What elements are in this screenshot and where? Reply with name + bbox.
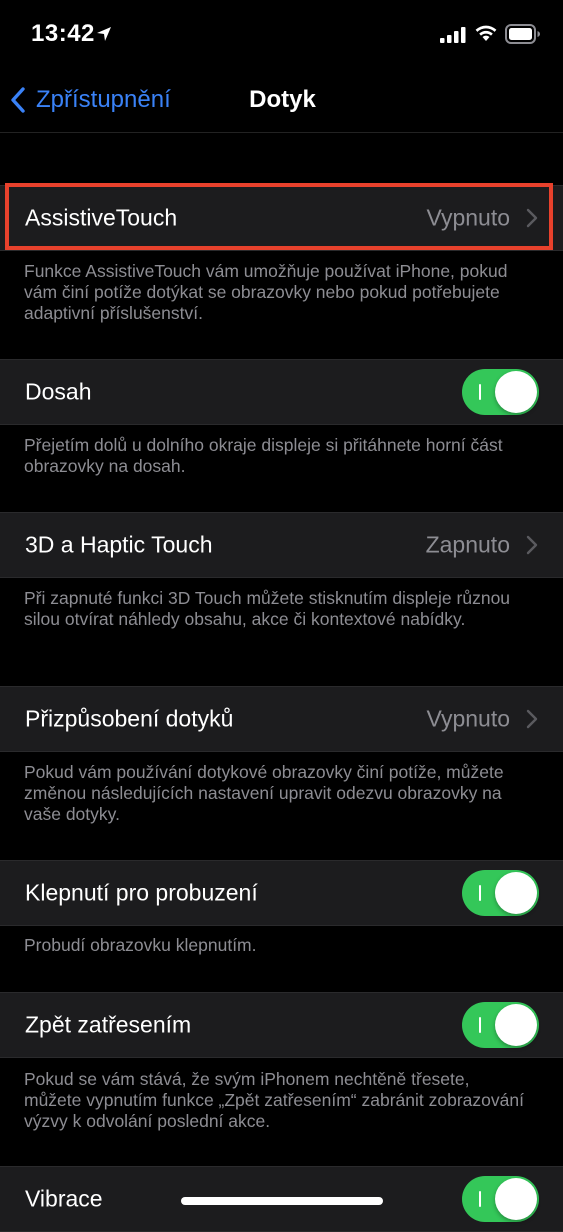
toggle-knob — [495, 371, 537, 413]
assistivetouch-row[interactable]: AssistiveTouch Vypnuto — [0, 185, 563, 251]
touch-accommodations-value: Vypnuto — [426, 705, 510, 732]
touch-accommodations-row[interactable]: Přizpůsobení dotyků Vypnuto — [0, 686, 563, 752]
vibration-label: Vibrace — [25, 1185, 103, 1212]
reachability-footer: Přejetím dolů u dolního okraje displeje … — [24, 435, 503, 476]
toggle-on-mark — [479, 384, 481, 400]
home-indicator[interactable] — [181, 1197, 383, 1205]
reachability-label: Dosah — [25, 378, 92, 405]
shake-to-undo-footer: Pokud se vám stává, že svým iPhonem nech… — [24, 1069, 524, 1131]
page-title: Dotyk — [249, 86, 316, 113]
assistivetouch-label: AssistiveTouch — [25, 204, 178, 231]
shake-to-undo-row: Zpět zatřesením — [0, 992, 563, 1058]
haptic-touch-row[interactable]: 3D a Haptic Touch Zapnuto — [0, 512, 563, 578]
status-time: 13:42 — [31, 20, 95, 47]
touch-accommodations-footer: Pokud vám používání dotykové obrazovky č… — [24, 762, 504, 824]
vibration-toggle[interactable] — [462, 1176, 539, 1222]
reachability-row: Dosah — [0, 359, 563, 425]
assistivetouch-footer: Funkce AssistiveTouch vám umožňuje použí… — [24, 261, 508, 323]
toggle-knob — [495, 1178, 537, 1220]
shake-to-undo-label: Zpět zatřesením — [25, 1011, 192, 1038]
haptic-touch-footer: Při zapnuté funkci 3D Touch můžete stisk… — [24, 588, 511, 629]
toggle-on-mark — [479, 1191, 481, 1207]
assistivetouch-value: Vypnuto — [426, 204, 510, 231]
location-arrow-icon — [97, 27, 111, 41]
chevron-right-icon — [526, 535, 538, 555]
navigation-bar: Zpřístupnění Dotyk — [0, 68, 563, 133]
touch-accommodations-label: Přizpůsobení dotyků — [25, 705, 234, 732]
reachability-toggle[interactable] — [462, 369, 539, 415]
tap-to-wake-row: Klepnutí pro probuzení — [0, 860, 563, 926]
toggle-knob — [495, 1004, 537, 1046]
haptic-touch-value: Zapnuto — [425, 531, 510, 558]
toggle-on-mark — [479, 1017, 481, 1033]
shake-to-undo-toggle[interactable] — [462, 1002, 539, 1048]
status-bar: 13:42 — [0, 0, 563, 68]
haptic-touch-label: 3D a Haptic Touch — [25, 531, 213, 558]
battery-icon — [505, 24, 540, 44]
cellular-signal-icon — [440, 27, 466, 43]
tap-to-wake-footer: Probudí obrazovku klepnutím. — [24, 935, 257, 955]
toggle-knob — [495, 872, 537, 914]
toggle-on-mark — [479, 885, 481, 901]
tap-to-wake-label: Klepnutí pro probuzení — [25, 879, 258, 906]
chevron-right-icon — [526, 709, 538, 729]
wifi-icon — [475, 25, 497, 41]
tap-to-wake-toggle[interactable] — [462, 870, 539, 916]
chevron-right-icon — [526, 208, 538, 228]
